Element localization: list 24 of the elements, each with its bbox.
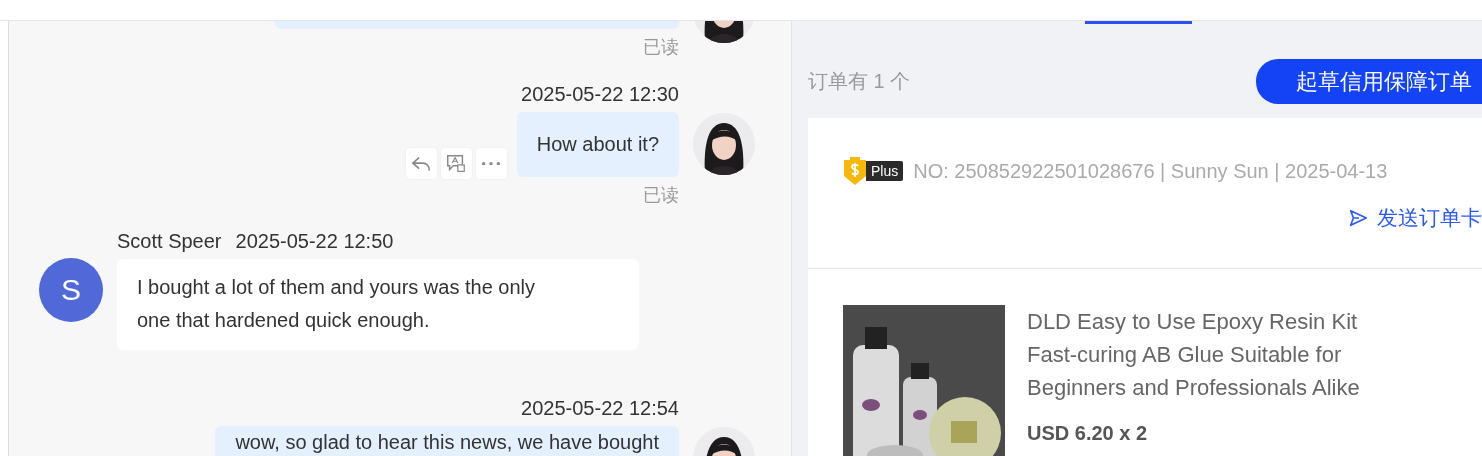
message-time: 2025-05-22 12:30 — [521, 83, 679, 106]
avatar: S — [39, 258, 103, 322]
read-status: 已读 — [643, 36, 679, 59]
product-price: USD 6.20 x 2 — [1027, 422, 1149, 445]
more-icon — [482, 161, 501, 166]
message-time: 2025-05-22 12:50 — [235, 230, 394, 253]
order-count: 订单有 1 个 — [808, 69, 911, 94]
message-bubble: How about it? — [516, 112, 679, 177]
message-bubble: wow, so glad to hear this news, we have bought — [215, 426, 679, 456]
send-icon — [1347, 207, 1369, 229]
order-info: NO: 250852922501028676 | Sunny Sun | 2025-04-13 — [913, 159, 1388, 183]
translate-icon — [445, 152, 468, 175]
translate-button[interactable] — [440, 148, 472, 179]
message-bubble: I bought a lot of them and yours was the only one that hardened quick enough. — [117, 259, 639, 350]
product-title: DLD Easy to Use Epoxy Resin Kit Fast-curing AB Glue Suitable for Beginners and Professionals Alike — [1027, 308, 1361, 402]
send-order-card-link[interactable]: 发送订单卡 — [1347, 204, 1482, 232]
message-time: 2025-05-22 12:54 — [521, 397, 679, 420]
more-button[interactable] — [475, 148, 507, 179]
sender-name: Scott Speer — [117, 230, 222, 253]
reply-button[interactable] — [405, 148, 437, 179]
dollar-shield-icon — [842, 156, 868, 186]
draft-order-button[interactable]: 起草信用保障订单 — [1256, 59, 1482, 104]
read-status: 已读 — [643, 184, 679, 207]
plus-badge: Plus — [866, 161, 904, 181]
